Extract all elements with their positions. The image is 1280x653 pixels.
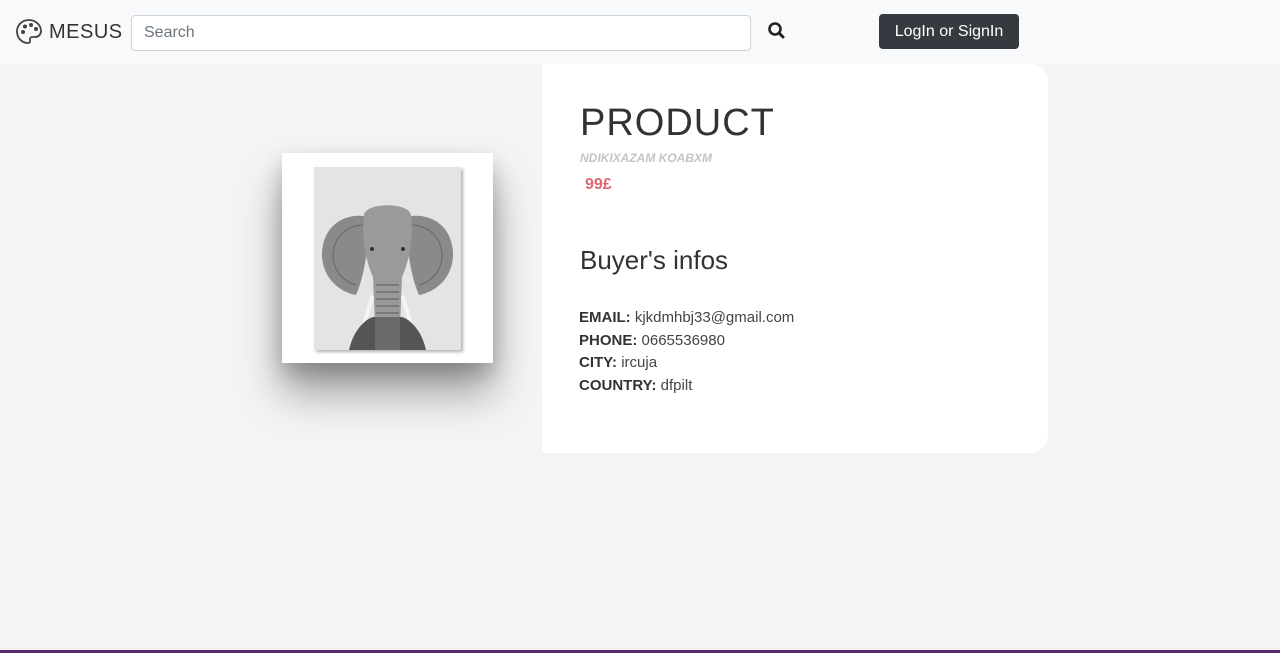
login-button[interactable]: LogIn or SignIn bbox=[879, 14, 1019, 49]
search-button[interactable] bbox=[766, 20, 788, 42]
product-subtitle: NDIKIXAZAM KOABXM bbox=[580, 151, 712, 165]
navbar: MESUS LogIn or SignIn bbox=[0, 0, 1280, 64]
city-label: CITY: bbox=[579, 354, 622, 371]
search-input[interactable] bbox=[131, 15, 751, 51]
elephant-artwork bbox=[314, 167, 461, 350]
country-value: dfpilt bbox=[660, 376, 693, 394]
buyer-email-row: EMAIL: kjkdmhbj33@gmail.com bbox=[579, 307, 794, 330]
email-value: kjkdmhbj33@gmail.com bbox=[634, 309, 795, 326]
buyer-country-row: COUNTRY: dfpilt bbox=[579, 375, 794, 398]
brand-name: MESUS bbox=[49, 20, 123, 43]
buyer-info-list: EMAIL: kjkdmhbj33@gmail.com PHONE: 06655… bbox=[579, 307, 794, 397]
buyer-phone-row: PHONE: 0665536980 bbox=[579, 330, 794, 353]
phone-value: 0665536980 bbox=[641, 331, 725, 349]
palette-icon bbox=[16, 19, 42, 44]
phone-label: PHONE: bbox=[579, 331, 642, 349]
brand-link[interactable]: MESUS bbox=[15, 18, 123, 46]
search-icon bbox=[768, 22, 785, 39]
product-image-frame bbox=[282, 153, 493, 363]
product-price: 99£ bbox=[585, 176, 612, 193]
buyer-city-row: CITY: ircuja bbox=[579, 352, 794, 375]
city-value: ircuja bbox=[621, 354, 658, 371]
product-title: PRODUCT bbox=[580, 102, 775, 144]
country-label: COUNTRY: bbox=[579, 376, 661, 394]
buyer-infos-heading: Buyer's infos bbox=[580, 245, 729, 275]
email-label: EMAIL: bbox=[579, 309, 635, 326]
